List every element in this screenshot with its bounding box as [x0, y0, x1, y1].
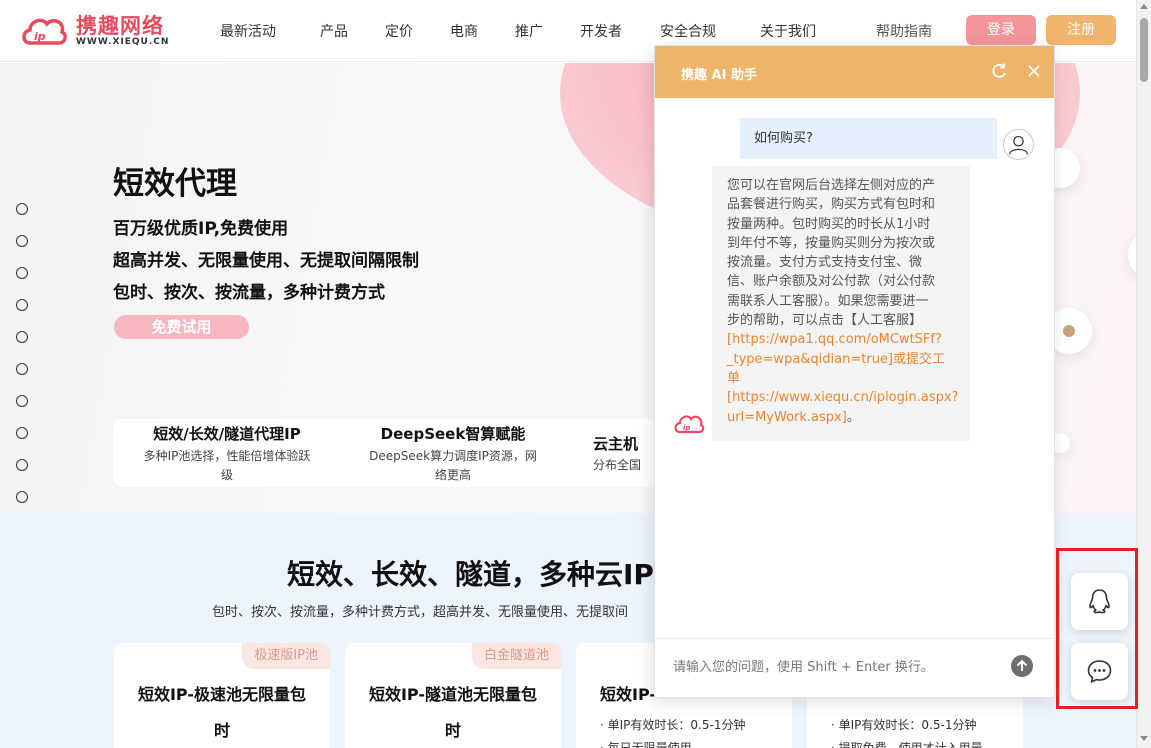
hero-tagline-1: 百万级优质IP,免费使用 — [113, 219, 289, 239]
bot-avatar-icon: ip — [674, 415, 705, 434]
register-button[interactable]: 注册 — [1046, 15, 1116, 45]
customer-service-link[interactable]: [https://wpa1.qq.com/oMCwtSFf? _type=wpa&… — [727, 332, 945, 386]
scroll-up-arrow-icon[interactable] — [1140, 4, 1148, 9]
refresh-icon[interactable] — [990, 62, 1008, 80]
user-message-bubble: 如何购买? — [740, 118, 997, 159]
page-scrollbar[interactable] — [1136, 0, 1151, 748]
hero-tagline-3: 包时、按次、按流量，多种计费方式 — [113, 283, 385, 303]
feature-title: DeepSeek智算赋能 — [380, 425, 526, 443]
card-title: 短效IP-隧道池无限量包时 — [368, 685, 538, 740]
carousel-dot[interactable] — [16, 363, 28, 375]
bot-message-bubble: 您可以在官网后台选择左侧对应的产 品套餐进行购买，购买方式有包时和 按量两种。包… — [712, 166, 970, 441]
feature-desc: DeepSeek算力调度IP资源，网 络更高 — [369, 449, 537, 482]
card-spec: · 单IP有效时长：0.5-1分钟 — [600, 718, 746, 732]
qq-contact-button[interactable] — [1071, 573, 1128, 630]
feature-item[interactable]: 短效/长效/隧道代理IP 多种IP池选择，性能倍增体验跃级 — [127, 423, 327, 485]
chat-input-area — [655, 638, 1054, 698]
carousel-dot[interactable] — [16, 203, 28, 215]
product-card[interactable]: 白金隧道池 短效IP-隧道池无限量包时 — [345, 643, 561, 748]
send-arrow-icon[interactable] — [1011, 655, 1033, 677]
carousel-dot[interactable] — [16, 427, 28, 439]
card-spec: · 每日无限量使用 — [600, 741, 692, 748]
ai-assistant-panel: 携趣 AI 助手 如何购买? 您可以在官网后台选择左侧对应的产 品套餐进行购买，… — [654, 45, 1055, 698]
nav-item-security-compliance[interactable]: 安全合规 — [660, 21, 716, 41]
section-title: 短效、长效、隧道，多种云IP — [287, 558, 654, 591]
chat-title: 携趣 AI 助手 — [681, 68, 757, 83]
scrollbar-thumb[interactable] — [1140, 18, 1148, 82]
hero-title: 短效代理 — [113, 166, 237, 202]
nav-item-about-us[interactable]: 关于我们 — [760, 21, 816, 41]
chat-input[interactable] — [673, 657, 1003, 677]
card-tag: 白金隧道池 — [471, 643, 561, 669]
scroll-down-arrow-icon[interactable] — [1140, 736, 1148, 741]
feature-desc: 多种IP池选择，性能倍增体验跃级 — [143, 449, 311, 482]
carousel-dot[interactable] — [16, 459, 28, 471]
decoration-circle — [1128, 235, 1136, 275]
logo-text[interactable]: 携趣网络 — [76, 10, 164, 40]
card-spec: · 提取免费，使用才计入用量 — [831, 741, 983, 748]
user-avatar-icon — [1003, 129, 1034, 160]
feature-title: 短效/长效/隧道代理IP — [153, 425, 301, 443]
nav-item-pricing[interactable]: 定价 — [385, 21, 413, 41]
section-subtitle: 包时、按次、按流量，多种计费方式，超高并发、无限量使用、无提取间 — [212, 605, 629, 620]
login-button[interactable]: 登录 — [966, 15, 1036, 45]
carousel-dot[interactable] — [16, 491, 28, 503]
qq-icon — [1089, 589, 1110, 614]
nav-item-ecommerce[interactable]: 电商 — [450, 21, 478, 41]
svg-text:ip: ip — [34, 30, 46, 43]
carousel-dot[interactable] — [16, 331, 28, 343]
logo-icon[interactable]: ip — [20, 13, 68, 49]
feature-strip: 短效/长效/隧道代理IP 多种IP池选择，性能倍增体验跃级 DeepSeek智算… — [113, 419, 673, 487]
card-spec: · 单IP有效时长：0.5-1分钟 — [831, 718, 977, 732]
nav-item-developers[interactable]: 开发者 — [580, 21, 622, 41]
svg-text:ip: ip — [683, 424, 690, 432]
product-card[interactable]: 极速版IP池 短效IP-极速池无限量包时 — [114, 643, 330, 748]
nav-item-products[interactable]: 产品 — [320, 21, 348, 41]
chat-header: 携趣 AI 助手 — [655, 46, 1054, 98]
carousel-dot[interactable] — [16, 267, 28, 279]
free-trial-button[interactable]: 免费试用 — [114, 315, 249, 339]
card-tag: 极速版IP池 — [242, 643, 330, 669]
floating-contact-bar — [1056, 548, 1138, 709]
carousel-dot[interactable] — [16, 235, 28, 247]
logo-domain: WWW.XIEQU.CN — [76, 37, 170, 47]
hero-tagline-2: 超高并发、无限量使用、无提取间隔限制 — [113, 251, 419, 271]
nav-item-latest-events[interactable]: 最新活动 — [220, 21, 276, 41]
carousel-dots — [16, 203, 28, 513]
close-icon[interactable] — [1025, 62, 1043, 80]
card-title: 短效IP-极速池无限量包时 — [137, 685, 307, 740]
feature-item[interactable]: DeepSeek智算赋能 DeepSeek算力调度IP资源，网 络更高 — [353, 423, 553, 485]
nav-item-help-guide[interactable]: 帮助指南 — [876, 21, 932, 41]
online-chat-button[interactable] — [1071, 643, 1128, 700]
carousel-dot[interactable] — [16, 299, 28, 311]
nav-item-promotion[interactable]: 推广 — [515, 21, 543, 41]
work-order-link[interactable]: [https://www.xiequ.cn/iplogin.aspx? url=M… — [727, 390, 958, 424]
carousel-dot[interactable] — [16, 395, 28, 407]
chat-bubble-icon — [1087, 660, 1112, 683]
